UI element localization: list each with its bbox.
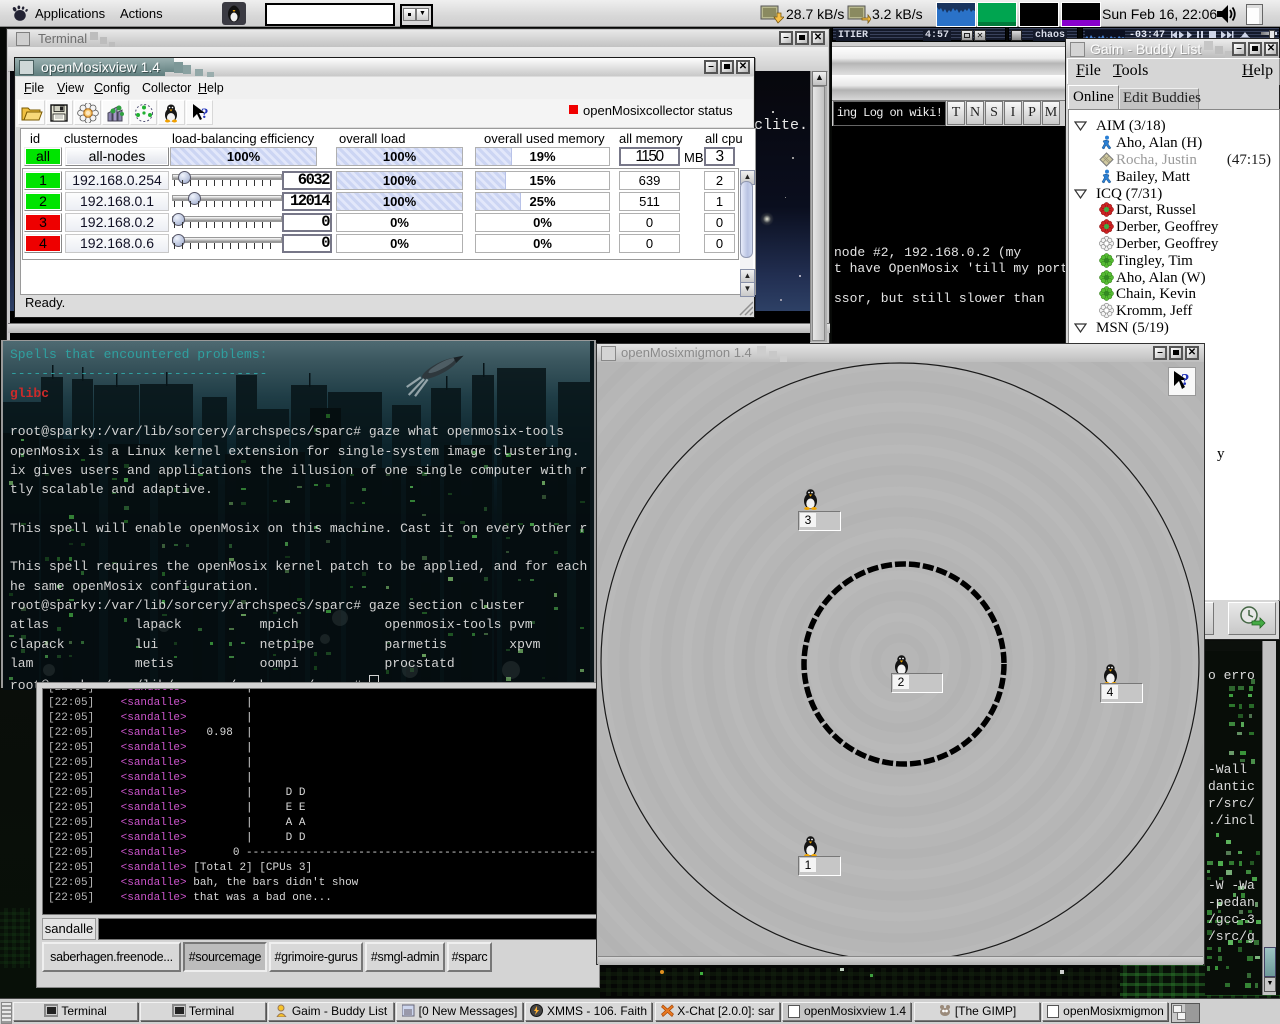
svg-text:?: ?	[1181, 370, 1190, 389]
svg-text:?: ?	[201, 106, 209, 122]
